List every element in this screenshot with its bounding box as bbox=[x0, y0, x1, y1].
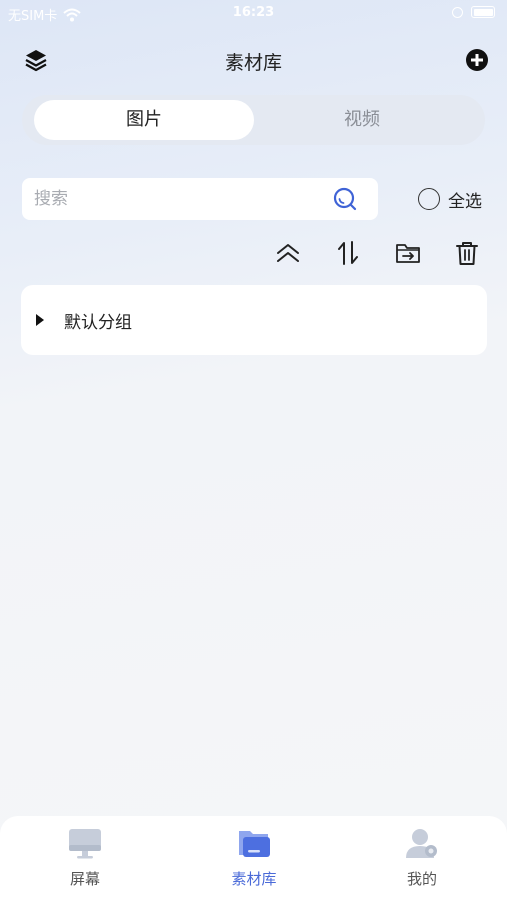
page-title: 素材库 bbox=[224, 52, 282, 74]
select-all-radio[interactable] bbox=[418, 188, 440, 210]
search-box bbox=[22, 178, 378, 220]
select-all-label: 全选 bbox=[448, 191, 482, 212]
add-circle-icon[interactable] bbox=[463, 46, 491, 74]
tab-videos[interactable]: 视频 bbox=[252, 100, 472, 140]
status-bar: 无SIM卡 16:23 bbox=[0, 0, 507, 28]
tab-screen-label: 屏幕 bbox=[69, 870, 100, 888]
group-row-default[interactable]: 默认分组 bbox=[21, 285, 487, 355]
folder-icon bbox=[239, 831, 270, 857]
tab-me-label: 我的 bbox=[406, 870, 437, 888]
search-input[interactable] bbox=[34, 178, 314, 220]
bottom-tab-bar: 屏幕 素材库 我的 bbox=[0, 816, 507, 900]
group-label: 默认分组 bbox=[64, 313, 132, 333]
tab-me[interactable]: 我的 bbox=[362, 824, 482, 894]
sort-icon[interactable] bbox=[333, 238, 363, 268]
trash-icon[interactable] bbox=[452, 238, 482, 268]
orientation-lock-icon bbox=[452, 6, 463, 18]
collapse-up-icon[interactable] bbox=[273, 238, 303, 268]
user-icon bbox=[406, 829, 437, 858]
action-toolbar bbox=[0, 236, 507, 270]
tab-materials-label: 素材库 bbox=[231, 870, 277, 888]
monitor-icon bbox=[69, 829, 101, 859]
media-type-segment: 图片 视频 bbox=[22, 95, 485, 145]
tab-images[interactable]: 图片 bbox=[34, 100, 254, 140]
move-to-folder-icon[interactable] bbox=[393, 238, 423, 268]
status-right bbox=[452, 6, 495, 18]
status-time: 16:23 bbox=[232, 5, 275, 20]
tab-screen[interactable]: 屏幕 bbox=[25, 824, 145, 894]
nav-bar: 素材库 bbox=[0, 38, 507, 82]
select-all[interactable]: 全选 bbox=[418, 186, 482, 212]
caret-right-icon[interactable] bbox=[36, 314, 44, 326]
battery-icon bbox=[471, 6, 495, 18]
tab-materials[interactable]: 素材库 bbox=[194, 824, 314, 894]
search-icon[interactable] bbox=[332, 186, 358, 212]
